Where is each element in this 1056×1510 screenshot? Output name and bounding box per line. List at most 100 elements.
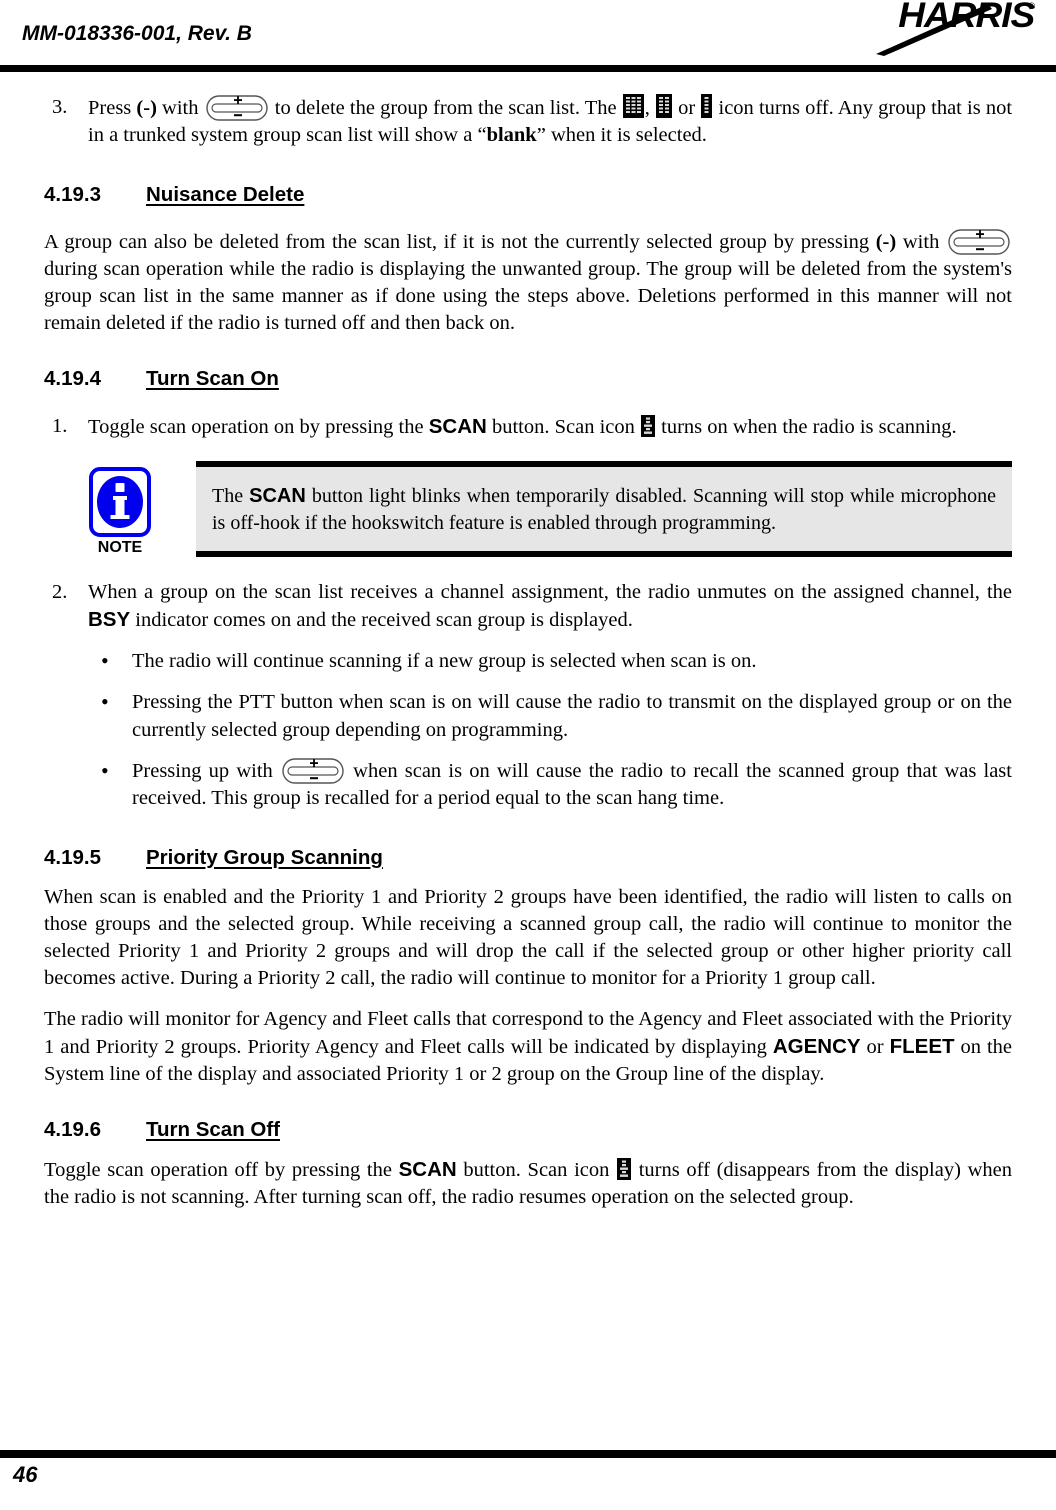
agency-label: AGENCY [772,1034,861,1058]
page-footer: 46 [0,1450,1056,1510]
section-title: Priority Group Scanning [146,845,383,869]
note-info-circle [97,476,143,529]
list-item-text: Toggle scan operation on by pressing the… [88,415,957,439]
list-item-number: 2. [52,581,68,604]
step3-text-1: Press [88,97,137,119]
minus-key-label: (-) [136,97,157,119]
scan-icon [617,1157,632,1180]
step1-text-a: Toggle scan operation on by pressing the [88,416,429,439]
registered-trademark-icon: ® [1028,1,1035,11]
bullet3-text-a: Pressing up with [132,759,280,782]
page-header: MM-018336-001, Rev. B HARRIS ® [0,0,1056,72]
section-title: Turn Scan On [146,367,279,391]
bullet-icon: • [101,648,109,674]
para-text-c: during scan operation while the radio is… [44,258,1012,335]
section-heading-4-19-3: 4.19.3 Nuisance Delete [44,183,1012,207]
note-label: NOTE [97,539,143,557]
list-item-text: The radio will continue scanning if a ne… [132,650,757,673]
step3-text-4: , [644,97,656,119]
footer-rule [0,1450,1056,1458]
note-box: The SCAN button light blinks when tempor… [196,461,1012,558]
list-item-text: Pressing up with when scan is on will ca… [132,757,1012,809]
note-i-dot [115,483,125,493]
step2-text-b: indicator comes on and the received scan… [130,609,633,632]
fleet-label: FLEET [889,1034,955,1058]
bsy-indicator-label: BSY [88,608,131,632]
para-text-a: A group can also be deleted from the sca… [44,231,876,254]
scan-button-label: SCAN [398,1157,457,1181]
note-info-icon [89,467,151,538]
harris-logo-text: HARRIS [898,0,1035,35]
list-item-text: Pressing the PTT button when scan is on … [132,691,1012,741]
step3-text-5: or [673,97,701,119]
step2-text-a: When a group on the scan list receives a… [88,581,1012,604]
scan-button-label: SCAN [428,415,487,439]
list-item: 3. Press (-) with to delete the group fr… [44,94,1012,149]
plus-minus-rocker-icon [282,757,344,784]
list-item: • Pressing up with when scan is on will … [44,758,1012,812]
paragraph-4-19-5-2: The radio will monitor for Agency and Fl… [44,1006,1012,1088]
section-title: Nuisance Delete [146,183,305,207]
step1-text-c: turns on when the radio is scanning. [656,416,957,439]
blank-emphasis: blank [486,124,537,147]
plus-minus-rocker-icon [948,229,1010,255]
list-item: • The radio will continue scanning if a … [44,648,1012,675]
list-item: 2. When a group on the scan list receive… [44,579,1012,634]
section-heading-4-19-4: 4.19.4 Turn Scan On [44,367,1012,391]
scan-icon [641,415,655,438]
note-text-a: The [212,485,250,508]
note-text: The SCAN button light blinks when tempor… [212,483,996,536]
document-page: MM-018336-001, Rev. B HARRIS ® 3. Press … [0,0,1056,1510]
page-number: 46 [13,1462,38,1487]
plus-minus-rocker-icon [205,95,268,121]
section-number: 4.19.3 [44,183,101,207]
section-number: 4.19.4 [44,367,101,391]
bullet-icon: • [101,757,109,783]
minus-key-label: (-) [875,231,897,254]
list-item-text: When a group on the scan list receives a… [88,581,1012,631]
para-text-b: button. Scan icon [456,1158,617,1181]
list-item: • Pressing the PTT button when scan is o… [44,689,1012,743]
harris-logo: HARRIS ® [838,0,1035,62]
step3-text-2: with [156,97,204,119]
scan-list-icon-1-bar [701,94,713,118]
paragraph-4-19-6: Toggle scan operation off by pressing th… [44,1156,1012,1211]
scan-button-label: SCAN [249,485,306,508]
list-item-text: Press (-) with to delete the group from … [88,94,1012,147]
section-number: 4.19.6 [44,1117,101,1141]
note-icon-cell: NOTE [44,461,196,557]
para-text-a: Toggle scan operation off by pressing th… [44,1158,399,1181]
section-title: Turn Scan Off [146,1117,281,1141]
step3-text-7: ” when it is selected. [536,124,707,147]
step3-text-3: to delete the group from the scan list. … [269,97,622,119]
note-text-b: button light blinks when temporarily dis… [212,485,996,534]
note-i-serif-bot [110,515,130,520]
para-text-b: with [896,231,946,254]
document-id: MM-018336-001, Rev. B [22,22,252,45]
para2-text-b: or [860,1035,890,1058]
paragraph-4-19-3: A group can also be deleted from the sca… [44,229,1012,337]
list-item-number: 1. [52,415,68,438]
scan-list-icon-3-bars [622,94,644,118]
paragraph-4-19-5-1: When scan is enabled and the Priority 1 … [44,885,1012,989]
page-content: 3. Press (-) with to delete the group fr… [44,72,1012,1211]
header-rule [0,65,1056,72]
scan-list-icon-2-bars [656,94,673,118]
list-item: 1. Toggle scan operation on by pressing … [44,413,1012,441]
step1-text-b: button. Scan icon [486,416,640,439]
list-item-number: 3. [52,96,68,118]
note-callout: NOTE The SCAN button light blinks when t… [44,461,1012,558]
section-heading-4-19-5: 4.19.5 Priority Group Scanning [44,846,1012,870]
section-heading-4-19-6: 4.19.6 Turn Scan Off [44,1118,1012,1142]
bullet-icon: • [101,689,109,715]
